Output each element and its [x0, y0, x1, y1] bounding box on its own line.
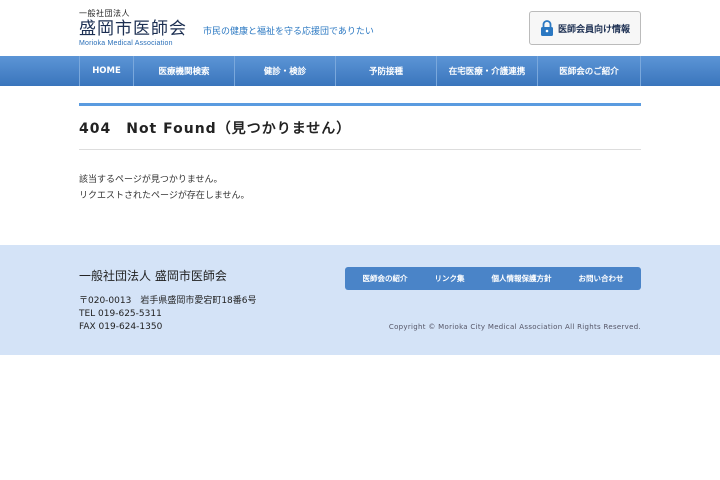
logo-subtitle: 一般社団法人 — [79, 9, 130, 18]
footer-link-about[interactable]: 医師会の紹介 — [363, 273, 408, 284]
member-button-label: 医師会員向け情報 — [558, 24, 631, 35]
error-message-line1: 該当するページが見つかりません。 — [79, 175, 223, 185]
footer-fax: FAX 019-624-1350 — [79, 322, 163, 332]
nav-item-vaccination[interactable]: 予防接種 — [336, 56, 437, 86]
footer-link-links[interactable]: リンク集 — [435, 273, 465, 284]
copyright-text: Copyright © Morioka City Medical Associa… — [388, 323, 641, 331]
nav-item-home-care[interactable]: 在宅医療・介護連携 — [437, 56, 538, 86]
title-accent-bar — [79, 103, 641, 106]
footer-nav: 医師会の紹介 リンク集 個人情報保護方針 お問い合わせ — [345, 267, 641, 290]
nav-item-about[interactable]: 医師会のご紹介 — [538, 56, 641, 86]
footer-link-privacy[interactable]: 個人情報保護方針 — [492, 273, 552, 284]
title-divider — [79, 149, 641, 150]
footer-tel: TEL 019-625-5311 — [79, 309, 162, 319]
nav-item-home[interactable]: HOME — [79, 56, 134, 86]
nav-item-checkups[interactable]: 健診・検診 — [235, 56, 336, 86]
logo-title: 盛岡市医師会 — [79, 19, 187, 39]
footer-contact: 〒020-0013 岩手県盛岡市愛宕町18番6号 TEL 019-625-531… — [79, 295, 257, 334]
member-info-button[interactable]: 医師会員向け情報 — [529, 11, 641, 45]
site-logo[interactable]: 一般社団法人 盛岡市医師会 Morioka Medical Associatio… — [79, 9, 187, 48]
footer-org-name: 一般社団法人 盛岡市医師会 — [79, 269, 227, 283]
site-header: 一般社団法人 盛岡市医師会 Morioka Medical Associatio… — [0, 0, 720, 56]
lock-icon — [541, 20, 553, 36]
site-footer: 一般社団法人 盛岡市医師会 〒020-0013 岩手県盛岡市愛宕町18番6号 T… — [0, 245, 720, 355]
footer-address: 〒020-0013 岩手県盛岡市愛宕町18番6号 — [79, 296, 257, 306]
global-nav: HOME 医療機関検索 健診・検診 予防接種 在宅医療・介護連携 医師会のご紹介 — [0, 56, 720, 86]
error-message-line2: リクエストされたページが存在しません。 — [79, 191, 250, 201]
logo-english: Morioka Medical Association — [79, 40, 173, 47]
footer-link-contact[interactable]: お問い合わせ — [579, 273, 624, 284]
page-title: 404 Not Found（見つかりません） — [79, 121, 352, 137]
nav-item-clinic-search[interactable]: 医療機関検索 — [134, 56, 235, 86]
site-tagline: 市民の健康と福祉を守る応援団でありたい — [203, 27, 374, 37]
